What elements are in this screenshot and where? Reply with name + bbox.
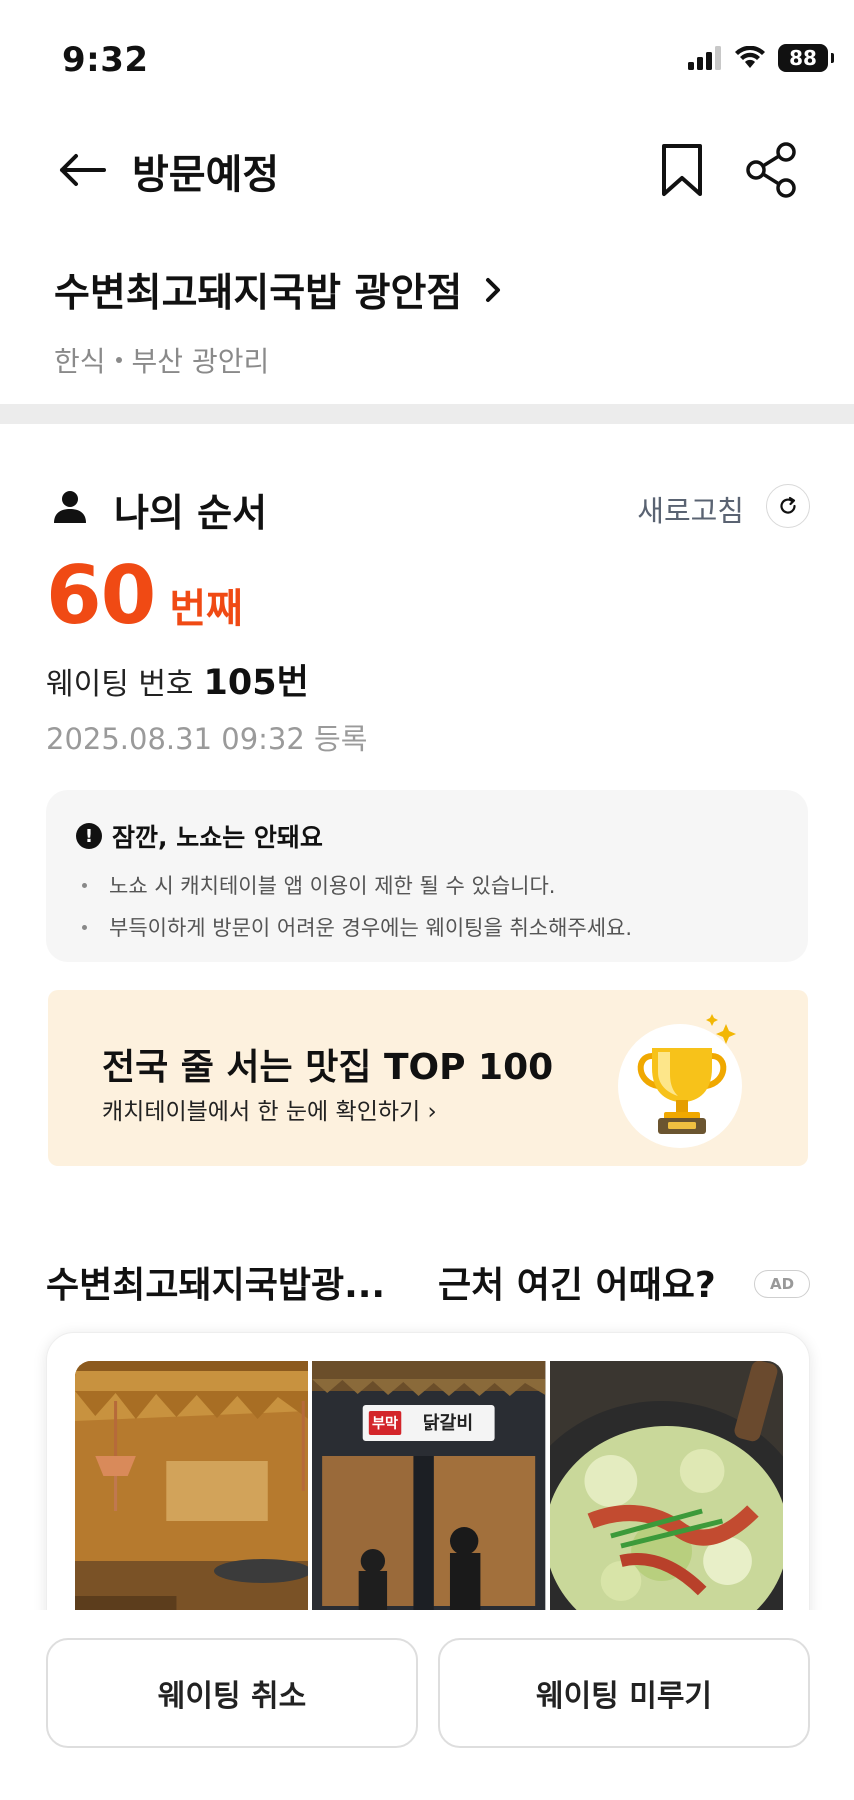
- position-suffix: 번째: [169, 586, 243, 632]
- status-icons: 88: [688, 44, 834, 72]
- ad-badge: AD: [754, 1270, 810, 1298]
- store-header[interactable]: 수변최고돼지국밥 광안점 한식 부산 광안리: [54, 262, 814, 380]
- refresh-icon: [780, 496, 796, 514]
- store-name[interactable]: 수변최고돼지국밥 광안점: [54, 262, 462, 318]
- bookmark-icon[interactable]: [658, 140, 706, 200]
- section-divider: [0, 404, 854, 424]
- trophy-icon: [618, 1014, 742, 1148]
- wifi-icon: [735, 46, 765, 68]
- refresh-button[interactable]: [766, 484, 810, 528]
- recommendation-title: 근처 여긴 어때요?: [438, 1265, 716, 1306]
- list-item: 노쇼 시 캐치테이블 앱 이용이 제한 될 수 있습니다.: [82, 870, 632, 900]
- promo-link[interactable]: 캐치테이블에서 한 눈에 확인하기 ›: [102, 1092, 437, 1126]
- recommendation-header: 수변최고돼지국밥광... 근처 여긴 어때요? AD: [46, 1256, 810, 1306]
- notice-title-row: ! 잠깐, 노쇼는 안돼요: [76, 818, 323, 854]
- back-arrow-icon[interactable]: [54, 146, 110, 194]
- sign-red-text: 부막: [372, 1415, 398, 1432]
- recommendation-store: 수변최고돼지국밥광...: [46, 1265, 386, 1306]
- chevron-right-icon[interactable]: [478, 272, 508, 308]
- cancel-waiting-button[interactable]: 웨이팅 취소: [46, 1638, 418, 1748]
- waiting-label: 웨이팅 번호: [46, 667, 194, 702]
- store-name-row[interactable]: 수변최고돼지국밥 광안점: [54, 262, 814, 318]
- registered-time: 2025.08.31 09:32 등록: [46, 722, 368, 756]
- promo-title: 전국 줄 서는 맛집 TOP 100: [102, 1047, 554, 1088]
- page-title: 방문예정: [132, 152, 280, 198]
- bullet: [82, 882, 87, 888]
- battery-indicator: 88: [778, 44, 834, 72]
- list-item: 부득이하게 방문이 어려운 경우에는 웨이팅을 취소해주세요.: [82, 912, 632, 942]
- queue-position: 60 번째: [46, 556, 243, 636]
- store-meta: 한식 부산 광안리: [54, 340, 814, 380]
- notice-text: 노쇼 시 캐치테이블 앱 이용이 제한 될 수 있습니다.: [109, 874, 556, 898]
- alert-icon: !: [76, 823, 102, 849]
- bottom-action-bar: 웨이팅 취소 웨이팅 미루기: [0, 1610, 854, 1800]
- top-nav: 방문예정: [0, 130, 854, 210]
- waiting-number: 105번: [203, 663, 309, 703]
- share-icon[interactable]: [744, 140, 800, 200]
- store-category: 한식: [54, 345, 106, 378]
- notice-text: 부득이하게 방문이 어려운 경우에는 웨이팅을 취소해주세요.: [109, 916, 633, 940]
- status-time: 9:32: [62, 40, 149, 80]
- position-number: 60: [46, 549, 156, 642]
- no-show-notice: ! 잠깐, 노쇼는 안돼요 노쇼 시 캐치테이블 앱 이용이 제한 될 수 있습…: [46, 790, 808, 962]
- bullet: [82, 924, 87, 930]
- separator-dot: [115, 357, 122, 363]
- store-area: 부산 광안리: [131, 345, 270, 378]
- notice-list: 노쇼 시 캐치테이블 앱 이용이 제한 될 수 있습니다. 부득이하게 방문이 …: [82, 870, 632, 954]
- sign-main-text: 닭갈비: [423, 1412, 473, 1434]
- signal-icon: [688, 46, 721, 70]
- queue-title: 나의 순서: [114, 491, 268, 535]
- status-bar: 9:32 88: [0, 0, 854, 120]
- top100-banner[interactable]: 전국 줄 서는 맛집 TOP 100 캐치테이블에서 한 눈에 확인하기 ›: [48, 990, 808, 1166]
- waiting-number-row: 웨이팅 번호 105번: [46, 654, 309, 705]
- postpone-waiting-button[interactable]: 웨이팅 미루기: [438, 1638, 810, 1748]
- refresh-label[interactable]: 새로고침: [637, 488, 744, 530]
- person-icon: [54, 491, 86, 523]
- queue-header: 나의 순서 새로고침: [50, 478, 810, 535]
- notice-title: 잠깐, 노쇼는 안돼요: [112, 823, 323, 852]
